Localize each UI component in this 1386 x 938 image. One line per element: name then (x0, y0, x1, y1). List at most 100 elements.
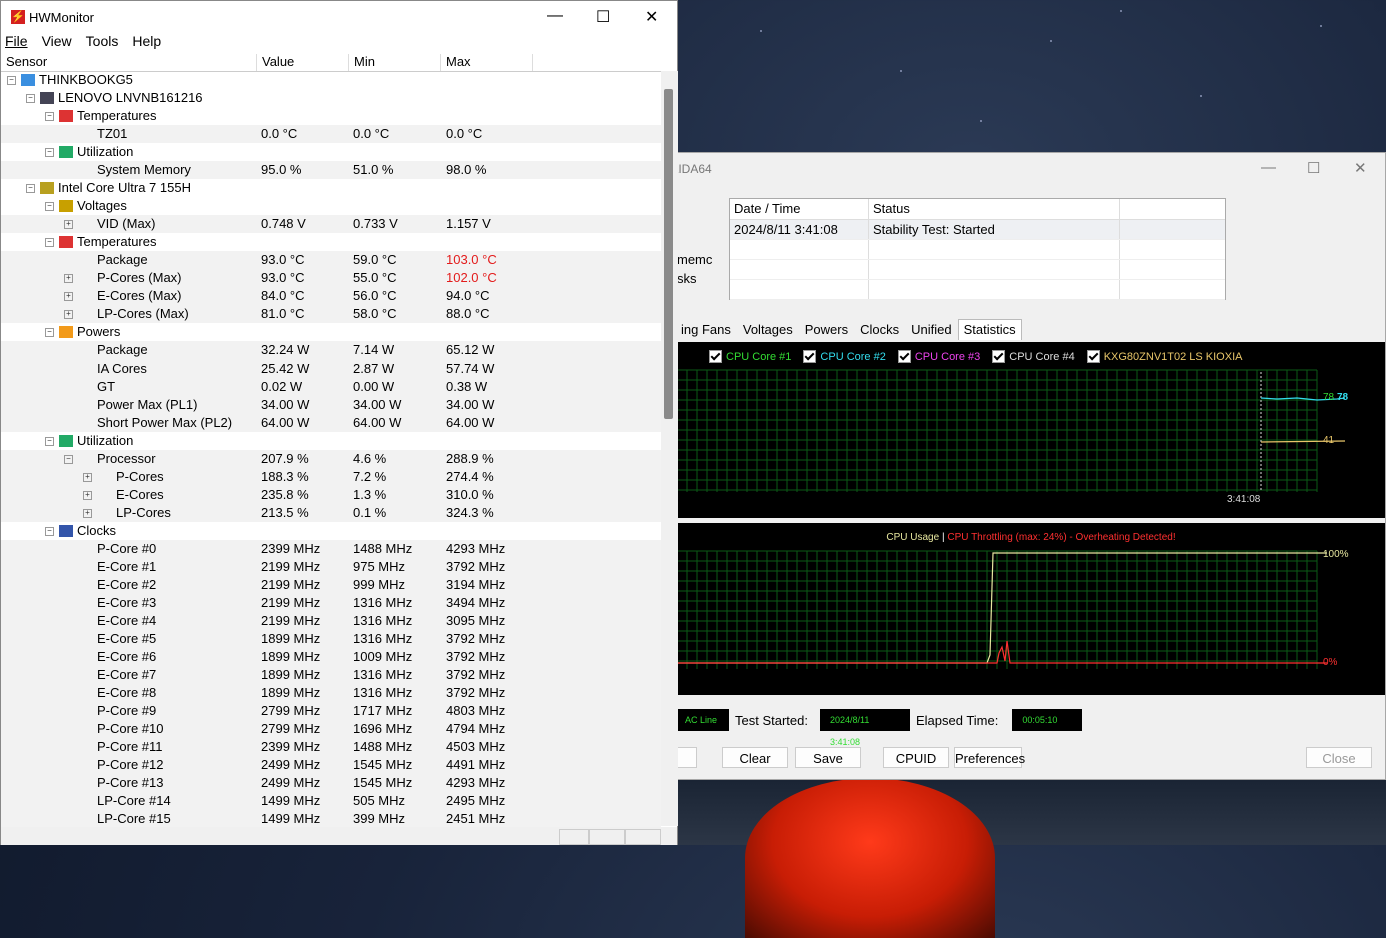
col-max[interactable]: Max (441, 54, 533, 71)
maximize-icon[interactable]: ☐ (596, 7, 610, 27)
sensor-group-row[interactable]: − Intel Core Ultra 7 155H (1, 179, 661, 197)
status-row[interactable]: 2024/8/11 3:41:08 Stability Test: Starte… (730, 220, 1225, 240)
sensor-group-row[interactable]: − Utilization (1, 143, 661, 161)
sensor-row[interactable]: TZ01 0.0 °C 0.0 °C 0.0 °C (1, 125, 661, 144)
collapse-icon[interactable]: − (45, 328, 54, 338)
sensor-row[interactable]: + LP-Cores (Max) 81.0 °C 58.0 °C 88.0 °C (1, 305, 661, 324)
collapse-icon[interactable]: − (26, 184, 35, 194)
sensor-row[interactable]: E-Core #4 2199 MHz 1316 MHz 3095 MHz (1, 611, 661, 630)
expand-icon[interactable]: + (64, 274, 73, 284)
sensor-group-row[interactable]: − Utilization (1, 432, 661, 450)
collapse-icon[interactable]: − (7, 76, 16, 85)
checkbox-icon[interactable] (709, 350, 722, 363)
sensor-row[interactable]: Package 32.24 W 7.14 W 65.12 W (1, 341, 661, 360)
tab-powers[interactable]: Powers (799, 319, 854, 340)
menu-view[interactable]: View (42, 33, 72, 53)
menu-file[interactable]: File (5, 33, 28, 53)
maximize-icon[interactable]: ☐ (1307, 159, 1320, 177)
sensor-row[interactable]: E-Core #7 1899 MHz 1316 MHz 3792 MHz (1, 666, 661, 685)
sensor-row[interactable]: + LP-Cores 213.5 % 0.1 % 324.3 % (1, 503, 661, 522)
collapse-icon[interactable]: − (45, 526, 54, 536)
col-value[interactable]: Value (257, 54, 349, 71)
menu-help[interactable]: Help (132, 33, 161, 53)
sensor-group-row[interactable]: − Powers (1, 323, 661, 341)
checkbox-icon[interactable] (897, 350, 911, 363)
sensor-row[interactable]: Package 93.0 °C 59.0 °C 103.0 °C (1, 251, 661, 270)
sensor-group-row[interactable]: − Voltages (1, 197, 661, 215)
expand-icon[interactable]: + (83, 472, 92, 482)
sensor-row[interactable]: Short Power Max (PL2) 64.00 W 64.00 W 64.00… (1, 413, 661, 432)
sensor-row[interactable]: P-Core #0 2399 MHz 1488 MHz 4293 MHz (1, 539, 661, 558)
sensor-row[interactable]: + VID (Max) 0.748 V 0.733 V 1.157 V (1, 215, 661, 234)
expand-icon[interactable]: + (64, 310, 73, 320)
sensor-row[interactable]: + P-Cores (Max) 93.0 °C 55.0 °C 102.0 °C (1, 269, 661, 288)
sensor-tree[interactable]: − THINKBOOKG5− LENOVO LNVNB161216− Temperat… (1, 71, 661, 827)
sensor-row[interactable]: E-Core #6 1899 MHz 1009 MHz 3792 MHz (1, 648, 661, 667)
legend-item[interactable]: CPU Core #4 (992, 350, 1075, 363)
sensor-row[interactable]: P-Core #13 2499 MHz 1545 MHz 4293 MHz (1, 774, 661, 793)
sensor-row[interactable]: P-Core #9 2799 MHz 1717 MHz 4803 MHz (1, 702, 661, 721)
tab-voltages[interactable]: Voltages (737, 319, 799, 340)
sensor-row[interactable]: E-Core #8 1899 MHz 1316 MHz 3792 MHz (1, 684, 661, 703)
sensor-row[interactable]: + E-Cores (Max) 84.0 °C 56.0 °C 94.0 °C (1, 287, 661, 306)
sensor-row[interactable]: + P-Cores 188.3 % 7.2 % 274.4 % (1, 467, 661, 486)
menu-tools[interactable]: Tools (86, 33, 119, 53)
clear-button[interactable]: Clear (722, 747, 788, 768)
scrollbar-thumb[interactable] (664, 89, 673, 419)
expand-icon[interactable]: + (83, 490, 92, 500)
start-button[interactable] (677, 747, 697, 768)
minimize-icon[interactable]: — (1261, 159, 1276, 176)
preferences-button[interactable]: Preferences (954, 747, 1025, 768)
expand-icon[interactable]: + (83, 508, 92, 518)
sensor-row[interactable]: Power Max (PL1) 34.00 W 34.00 W 34.00 W (1, 395, 661, 414)
cpuid-button[interactable]: CPUID (883, 747, 949, 768)
sensor-row[interactable]: E-Core #3 2199 MHz 1316 MHz 3494 MHz (1, 593, 661, 612)
expand-icon[interactable]: + (64, 220, 73, 230)
tab-fans[interactable]: ing Fans (675, 319, 737, 340)
checkbox-icon[interactable] (992, 350, 1006, 363)
col-min[interactable]: Min (349, 54, 441, 71)
collapse-icon[interactable]: − (26, 94, 35, 104)
legend-item[interactable]: CPU Core #3 (897, 350, 980, 363)
collapse-icon[interactable]: − (45, 202, 54, 212)
tab-unified[interactable]: Unified (905, 319, 957, 340)
legend-item[interactable]: CPU Core #1 (709, 350, 791, 363)
legend-item[interactable]: KXG80ZNV1T02 LS KIOXIA (1086, 350, 1242, 363)
sensor-row[interactable]: LP-Core #14 1499 MHz 505 MHz 2495 MHz (1, 792, 661, 811)
close-icon[interactable]: ✕ (645, 7, 658, 27)
sensor-row[interactable]: IA Cores 25.42 W 2.87 W 57.74 W (1, 359, 661, 378)
sensor-group-row[interactable]: − THINKBOOKG5 (1, 71, 661, 89)
collapse-icon[interactable]: − (45, 148, 54, 158)
sensor-row[interactable]: GT 0.02 W 0.00 W 0.38 W (1, 377, 661, 396)
collapse-icon[interactable]: − (45, 112, 54, 122)
collapse-icon[interactable]: − (45, 238, 54, 248)
save-button[interactable]: Save (795, 747, 861, 768)
sensor-row[interactable]: E-Core #2 2199 MHz 999 MHz 3194 MHz (1, 575, 661, 594)
legend-item[interactable]: CPU Core #2 (803, 350, 886, 363)
sensor-group-row[interactable]: − LENOVO LNVNB161216 (1, 89, 661, 107)
tab-clocks[interactable]: Clocks (854, 319, 905, 340)
sensor-row[interactable]: E-Core #1 2199 MHz 975 MHz 3792 MHz (1, 557, 661, 576)
sensor-group-row[interactable]: − Temperatures (1, 233, 661, 251)
sensor-row[interactable]: + E-Cores 235.8 % 1.3 % 310.0 % (1, 485, 661, 504)
close-button[interactable]: Close (1306, 747, 1372, 768)
sensor-row[interactable]: E-Core #5 1899 MHz 1316 MHz 3792 MHz (1, 629, 661, 648)
sensor-row[interactable]: P-Core #10 2799 MHz 1696 MHz 4794 MHz (1, 720, 661, 739)
checkbox-icon[interactable] (803, 350, 817, 363)
sensor-row[interactable]: System Memory 95.0 % 51.0 % 98.0 % (1, 161, 661, 180)
checkbox-icon[interactable] (1086, 350, 1100, 363)
tab-statistics[interactable]: Statistics (957, 319, 1022, 340)
stress-option-label[interactable]: memc (677, 252, 712, 267)
collapse-icon[interactable]: − (45, 436, 54, 446)
minimize-icon[interactable]: — (547, 7, 563, 25)
col-sensor[interactable]: Sensor (1, 54, 257, 71)
sensor-row[interactable]: LP-Core #15 1499 MHz 399 MHz 2451 MHz (1, 810, 661, 827)
sensor-group-row[interactable]: − Clocks (1, 522, 661, 540)
sensor-row[interactable]: P-Core #11 2399 MHz 1488 MHz 4503 MHz (1, 738, 661, 757)
sensor-row[interactable]: − Processor 207.9 % 4.6 % 288.9 % (1, 449, 661, 468)
sensor-row[interactable]: P-Core #12 2499 MHz 1545 MHz 4491 MHz (1, 756, 661, 775)
sensor-group-row[interactable]: − Temperatures (1, 107, 661, 125)
stress-option-label[interactable]: sks (677, 271, 697, 286)
close-icon[interactable]: ✕ (1354, 159, 1367, 177)
collapse-icon[interactable]: − (64, 454, 73, 464)
